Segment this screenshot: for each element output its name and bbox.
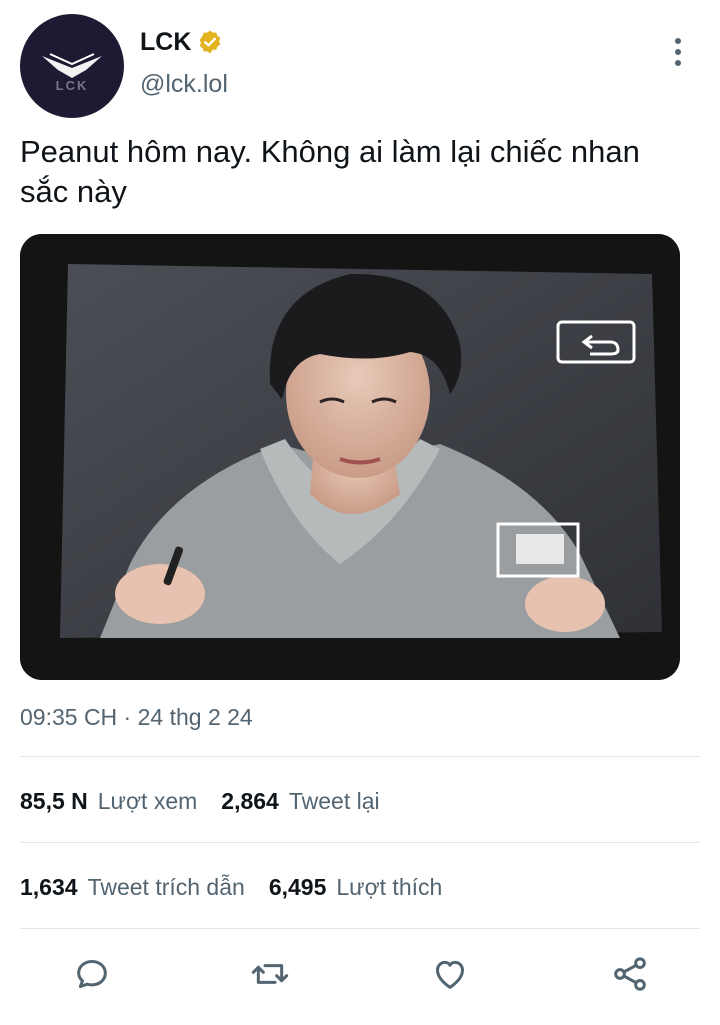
divider [20, 928, 700, 929]
divider [20, 756, 700, 757]
quotes-stat[interactable]: 1,634 Tweet trích dẫn [20, 874, 245, 901]
likes-label: Lượt thích [336, 874, 443, 900]
likes-count: 6,495 [268, 874, 327, 900]
stats-row-1: 85,5 N Lượt xem 2,864 Tweet lại [20, 788, 404, 815]
reply-icon[interactable] [72, 954, 112, 994]
divider [20, 842, 700, 843]
views-label: Lượt xem [97, 788, 198, 814]
avatar[interactable]: LCK [20, 14, 124, 118]
action-bar [0, 940, 720, 1010]
retweets-count: 2,864 [221, 788, 279, 814]
stats-row-2: 1,634 Tweet trích dẫn 6,495 Lượt thích [20, 874, 466, 901]
avatar-logo-text: LCK [56, 78, 89, 93]
views-stat: 85,5 N Lượt xem [20, 788, 197, 815]
user-handle[interactable]: @lck.lol [140, 70, 228, 99]
share-icon[interactable] [610, 954, 650, 994]
tweet-text: Peanut hôm nay. Không ai làm lại chiếc n… [20, 134, 640, 209]
tweet-header: LCK LCK @lck.lol [20, 14, 700, 124]
likes-stat[interactable]: 6,495 Lượt thích [269, 874, 442, 901]
retweets-label: Tweet lại [288, 788, 380, 814]
more-vertical-icon[interactable] [664, 32, 692, 72]
retweet-icon[interactable] [250, 954, 290, 994]
views-count: 85,5 N [20, 788, 88, 814]
display-name[interactable]: LCK [140, 28, 191, 57]
name-row: LCK [140, 26, 223, 58]
quotes-count: 1,634 [20, 874, 78, 900]
tweet-timestamp[interactable]: 09:35 CH · 24 thg 2 24 [20, 704, 253, 731]
retweets-stat[interactable]: 2,864 Tweet lại [221, 788, 379, 815]
quotes-label: Tweet trích dẫn [87, 874, 245, 900]
tweet-media-image[interactable] [20, 234, 680, 680]
heart-icon[interactable] [430, 954, 470, 994]
verified-badge-icon [200, 30, 221, 54]
